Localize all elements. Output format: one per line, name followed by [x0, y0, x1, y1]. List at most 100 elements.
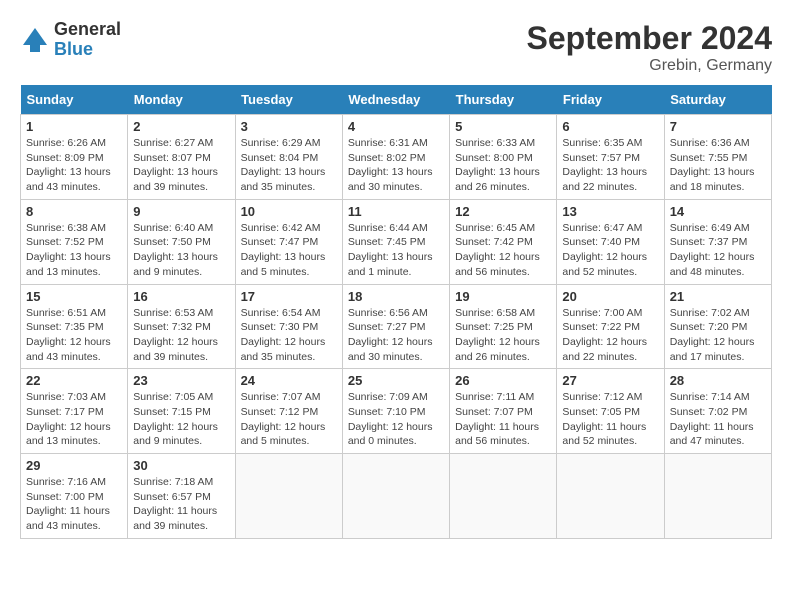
day-info: Sunrise: 6:27 AM Sunset: 8:07 PM Dayligh…: [133, 136, 229, 195]
day-number: 7: [670, 119, 766, 134]
day-info: Sunrise: 7:18 AM Sunset: 6:57 PM Dayligh…: [133, 475, 229, 534]
day-number: 20: [562, 289, 658, 304]
day-number: 21: [670, 289, 766, 304]
day-info: Sunrise: 6:47 AM Sunset: 7:40 PM Dayligh…: [562, 221, 658, 280]
day-of-week-header: Friday: [557, 85, 664, 115]
day-info: Sunrise: 6:40 AM Sunset: 7:50 PM Dayligh…: [133, 221, 229, 280]
calendar-day-cell: 23 Sunrise: 7:05 AM Sunset: 7:15 PM Dayli…: [128, 369, 235, 454]
day-info: Sunrise: 6:35 AM Sunset: 7:57 PM Dayligh…: [562, 136, 658, 195]
calendar-table: SundayMondayTuesdayWednesdayThursdayFrid…: [20, 85, 772, 539]
logo-blue: Blue: [54, 40, 121, 60]
day-number: 18: [348, 289, 444, 304]
logo-icon: [20, 25, 50, 55]
day-info: Sunrise: 7:05 AM Sunset: 7:15 PM Dayligh…: [133, 390, 229, 449]
calendar-day-cell: 21 Sunrise: 7:02 AM Sunset: 7:20 PM Dayli…: [664, 284, 771, 369]
day-number: 8: [26, 204, 122, 219]
day-number: 28: [670, 373, 766, 388]
calendar-day-cell: 11Sunrise: 6:44 AM Sunset: 7:45 PM Dayli…: [342, 199, 449, 284]
calendar-week-row: 29 Sunrise: 7:16 AM Sunset: 7:00 PM Dayli…: [21, 454, 772, 539]
calendar-day-cell: 22 Sunrise: 7:03 AM Sunset: 7:17 PM Dayli…: [21, 369, 128, 454]
calendar-day-cell: 3 Sunrise: 6:29 AM Sunset: 8:04 PM Daylig…: [235, 115, 342, 200]
day-number: 1: [26, 119, 122, 134]
day-number: 30: [133, 458, 229, 473]
calendar-week-row: 1 Sunrise: 6:26 AM Sunset: 8:09 PM Daylig…: [21, 115, 772, 200]
day-of-week-header: Wednesday: [342, 85, 449, 115]
logo-general: General: [54, 20, 121, 40]
day-info: Sunrise: 7:00 AM Sunset: 7:22 PM Dayligh…: [562, 306, 658, 365]
calendar-day-cell: 18 Sunrise: 6:56 AM Sunset: 7:27 PM Dayli…: [342, 284, 449, 369]
day-of-week-header: Sunday: [21, 85, 128, 115]
day-of-week-header: Saturday: [664, 85, 771, 115]
day-number: 3: [241, 119, 337, 134]
day-info: Sunrise: 7:12 AM Sunset: 7:05 PM Dayligh…: [562, 390, 658, 449]
day-info: Sunrise: 6:42 AM Sunset: 7:47 PM Dayligh…: [241, 221, 337, 280]
day-number: 5: [455, 119, 551, 134]
day-info: Sunrise: 6:56 AM Sunset: 7:27 PM Dayligh…: [348, 306, 444, 365]
calendar-day-cell: 19 Sunrise: 6:58 AM Sunset: 7:25 PM Dayli…: [450, 284, 557, 369]
calendar-day-cell: 1 Sunrise: 6:26 AM Sunset: 8:09 PM Daylig…: [21, 115, 128, 200]
day-number: 15: [26, 289, 122, 304]
calendar-day-cell: 25Sunrise: 7:09 AM Sunset: 7:10 PM Dayli…: [342, 369, 449, 454]
day-number: 2: [133, 119, 229, 134]
day-info: Sunrise: 6:26 AM Sunset: 8:09 PM Dayligh…: [26, 136, 122, 195]
day-info: Sunrise: 7:14 AM Sunset: 7:02 PM Dayligh…: [670, 390, 766, 449]
day-info: Sunrise: 6:58 AM Sunset: 7:25 PM Dayligh…: [455, 306, 551, 365]
day-info: Sunrise: 6:36 AM Sunset: 7:55 PM Dayligh…: [670, 136, 766, 195]
calendar-day-cell: 14 Sunrise: 6:49 AM Sunset: 7:37 PM Dayli…: [664, 199, 771, 284]
calendar-week-row: 8Sunrise: 6:38 AM Sunset: 7:52 PM Daylig…: [21, 199, 772, 284]
calendar-day-cell: [557, 454, 664, 539]
day-number: 14: [670, 204, 766, 219]
day-info: Sunrise: 6:45 AM Sunset: 7:42 PM Dayligh…: [455, 221, 551, 280]
day-info: Sunrise: 6:33 AM Sunset: 8:00 PM Dayligh…: [455, 136, 551, 195]
day-number: 23: [133, 373, 229, 388]
day-number: 13: [562, 204, 658, 219]
calendar-day-cell: 16Sunrise: 6:53 AM Sunset: 7:32 PM Dayli…: [128, 284, 235, 369]
page-header: General Blue September 2024 Grebin, Germ…: [20, 20, 772, 75]
day-info: Sunrise: 6:51 AM Sunset: 7:35 PM Dayligh…: [26, 306, 122, 365]
day-info: Sunrise: 7:02 AM Sunset: 7:20 PM Dayligh…: [670, 306, 766, 365]
day-info: Sunrise: 7:16 AM Sunset: 7:00 PM Dayligh…: [26, 475, 122, 534]
logo-text: General Blue: [54, 20, 121, 60]
calendar-day-cell: 2 Sunrise: 6:27 AM Sunset: 8:07 PM Daylig…: [128, 115, 235, 200]
calendar-day-cell: 20 Sunrise: 7:00 AM Sunset: 7:22 PM Dayli…: [557, 284, 664, 369]
day-number: 29: [26, 458, 122, 473]
calendar-day-cell: 4Sunrise: 6:31 AM Sunset: 8:02 PM Daylig…: [342, 115, 449, 200]
calendar-day-cell: 24 Sunrise: 7:07 AM Sunset: 7:12 PM Dayli…: [235, 369, 342, 454]
calendar-day-cell: 9Sunrise: 6:40 AM Sunset: 7:50 PM Daylig…: [128, 199, 235, 284]
day-of-week-header: Thursday: [450, 85, 557, 115]
calendar-day-cell: 10 Sunrise: 6:42 AM Sunset: 7:47 PM Dayli…: [235, 199, 342, 284]
calendar-day-cell: 13 Sunrise: 6:47 AM Sunset: 7:40 PM Dayli…: [557, 199, 664, 284]
day-number: 19: [455, 289, 551, 304]
calendar-day-cell: 8Sunrise: 6:38 AM Sunset: 7:52 PM Daylig…: [21, 199, 128, 284]
calendar-day-cell: 6Sunrise: 6:35 AM Sunset: 7:57 PM Daylig…: [557, 115, 664, 200]
calendar-day-cell: 26Sunrise: 7:11 AM Sunset: 7:07 PM Dayli…: [450, 369, 557, 454]
day-number: 10: [241, 204, 337, 219]
calendar-day-cell: 27Sunrise: 7:12 AM Sunset: 7:05 PM Dayli…: [557, 369, 664, 454]
day-number: 17: [241, 289, 337, 304]
calendar-day-cell: [235, 454, 342, 539]
calendar-day-cell: 12 Sunrise: 6:45 AM Sunset: 7:42 PM Dayli…: [450, 199, 557, 284]
day-number: 24: [241, 373, 337, 388]
day-number: 12: [455, 204, 551, 219]
day-of-week-header: Monday: [128, 85, 235, 115]
calendar-day-cell: [342, 454, 449, 539]
location: Grebin, Germany: [527, 57, 772, 75]
day-number: 16: [133, 289, 229, 304]
day-number: 22: [26, 373, 122, 388]
day-info: Sunrise: 6:31 AM Sunset: 8:02 PM Dayligh…: [348, 136, 444, 195]
calendar-day-cell: 15 Sunrise: 6:51 AM Sunset: 7:35 PM Dayli…: [21, 284, 128, 369]
day-info: Sunrise: 6:49 AM Sunset: 7:37 PM Dayligh…: [670, 221, 766, 280]
day-info: Sunrise: 6:44 AM Sunset: 7:45 PM Dayligh…: [348, 221, 444, 280]
calendar-day-cell: [450, 454, 557, 539]
day-info: Sunrise: 6:54 AM Sunset: 7:30 PM Dayligh…: [241, 306, 337, 365]
calendar-day-cell: 17 Sunrise: 6:54 AM Sunset: 7:30 PM Dayli…: [235, 284, 342, 369]
day-number: 25: [348, 373, 444, 388]
calendar-day-cell: 28 Sunrise: 7:14 AM Sunset: 7:02 PM Dayli…: [664, 369, 771, 454]
calendar-day-cell: 30 Sunrise: 7:18 AM Sunset: 6:57 PM Dayli…: [128, 454, 235, 539]
day-info: Sunrise: 6:29 AM Sunset: 8:04 PM Dayligh…: [241, 136, 337, 195]
month-title: September 2024: [527, 20, 772, 57]
day-info: Sunrise: 7:07 AM Sunset: 7:12 PM Dayligh…: [241, 390, 337, 449]
day-of-week-header: Tuesday: [235, 85, 342, 115]
day-info: Sunrise: 7:03 AM Sunset: 7:17 PM Dayligh…: [26, 390, 122, 449]
logo: General Blue: [20, 20, 121, 60]
